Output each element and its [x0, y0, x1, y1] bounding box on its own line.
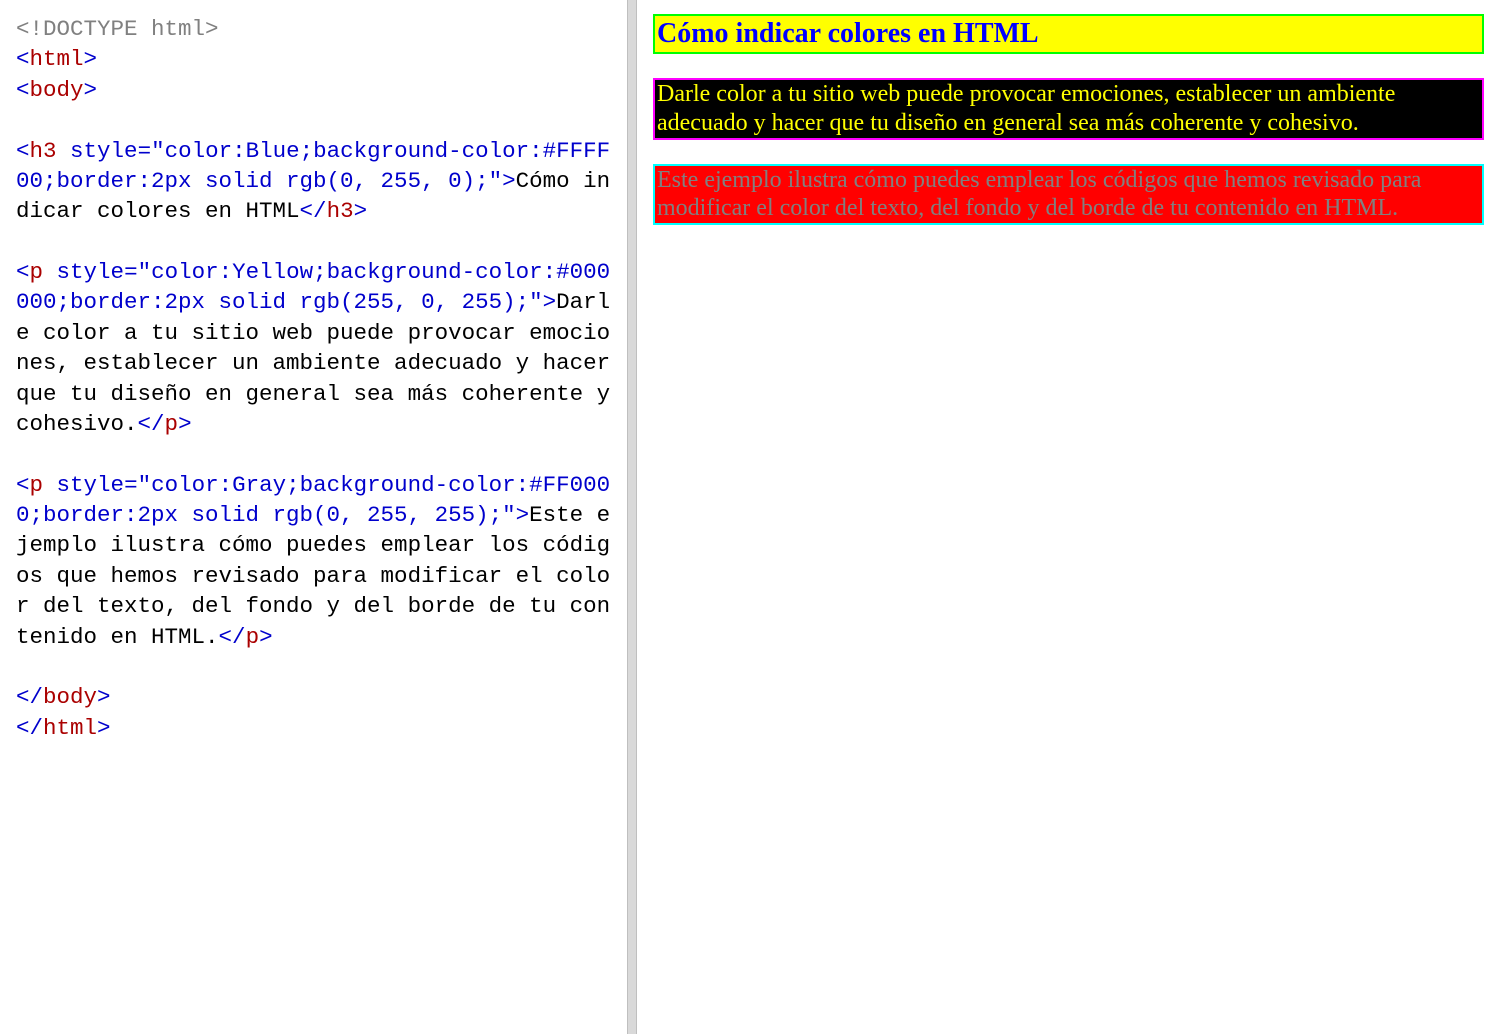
- code-bracket: >: [502, 168, 516, 194]
- rendered-paragraph-1: Darle color a tu sitio web puede provoca…: [653, 78, 1484, 140]
- code-bracket: <: [16, 259, 30, 285]
- code-equals: =: [124, 472, 138, 498]
- code-tag-body-open: body: [30, 77, 84, 103]
- code-tag-p-close: p: [165, 411, 179, 437]
- code-bracket: <: [16, 46, 30, 72]
- code-bracket: >: [259, 624, 273, 650]
- code-bracket: >: [97, 715, 111, 741]
- code-tag-h3: h3: [30, 138, 57, 164]
- code-bracket: <: [16, 138, 30, 164]
- code-bracket: </: [219, 624, 246, 650]
- code-equals: =: [138, 138, 152, 164]
- code-bracket: >: [516, 502, 530, 528]
- pane-divider[interactable]: [627, 0, 637, 1034]
- code-bracket: >: [84, 46, 98, 72]
- code-bracket: >: [97, 684, 111, 710]
- code-bracket: >: [178, 411, 192, 437]
- code-bracket: >: [354, 198, 368, 224]
- code-bracket: </: [16, 684, 43, 710]
- code-tag-p: p: [30, 259, 44, 285]
- code-bracket: >: [543, 289, 557, 315]
- preview-pane: Cómo indicar colores en HTML Darle color…: [637, 0, 1500, 1034]
- code-doctype: <!DOCTYPE html>: [16, 16, 219, 42]
- code-tag-h3-close: h3: [327, 198, 354, 224]
- rendered-heading: Cómo indicar colores en HTML: [653, 14, 1484, 54]
- code-bracket: >: [84, 77, 98, 103]
- code-tag-body-close: body: [43, 684, 97, 710]
- code-bracket: </: [138, 411, 165, 437]
- code-bracket: <: [16, 472, 30, 498]
- code-tag-html-close: html: [43, 715, 97, 741]
- code-tag-p-close: p: [246, 624, 260, 650]
- code-equals: =: [124, 259, 138, 285]
- code-bracket: </: [300, 198, 327, 224]
- code-bracket: </: [16, 715, 43, 741]
- code-tag-html-open: html: [30, 46, 84, 72]
- rendered-paragraph-2: Este ejemplo ilustra cómo puedes emplear…: [653, 164, 1484, 226]
- code-attr-style: style: [70, 138, 138, 164]
- code-tag-p: p: [30, 472, 44, 498]
- code-editor-pane[interactable]: <!DOCTYPE html> <html> <body> <h3 style=…: [0, 0, 627, 1034]
- code-attr-style: style: [57, 472, 125, 498]
- code-bracket: <: [16, 77, 30, 103]
- code-attr-style: style: [57, 259, 125, 285]
